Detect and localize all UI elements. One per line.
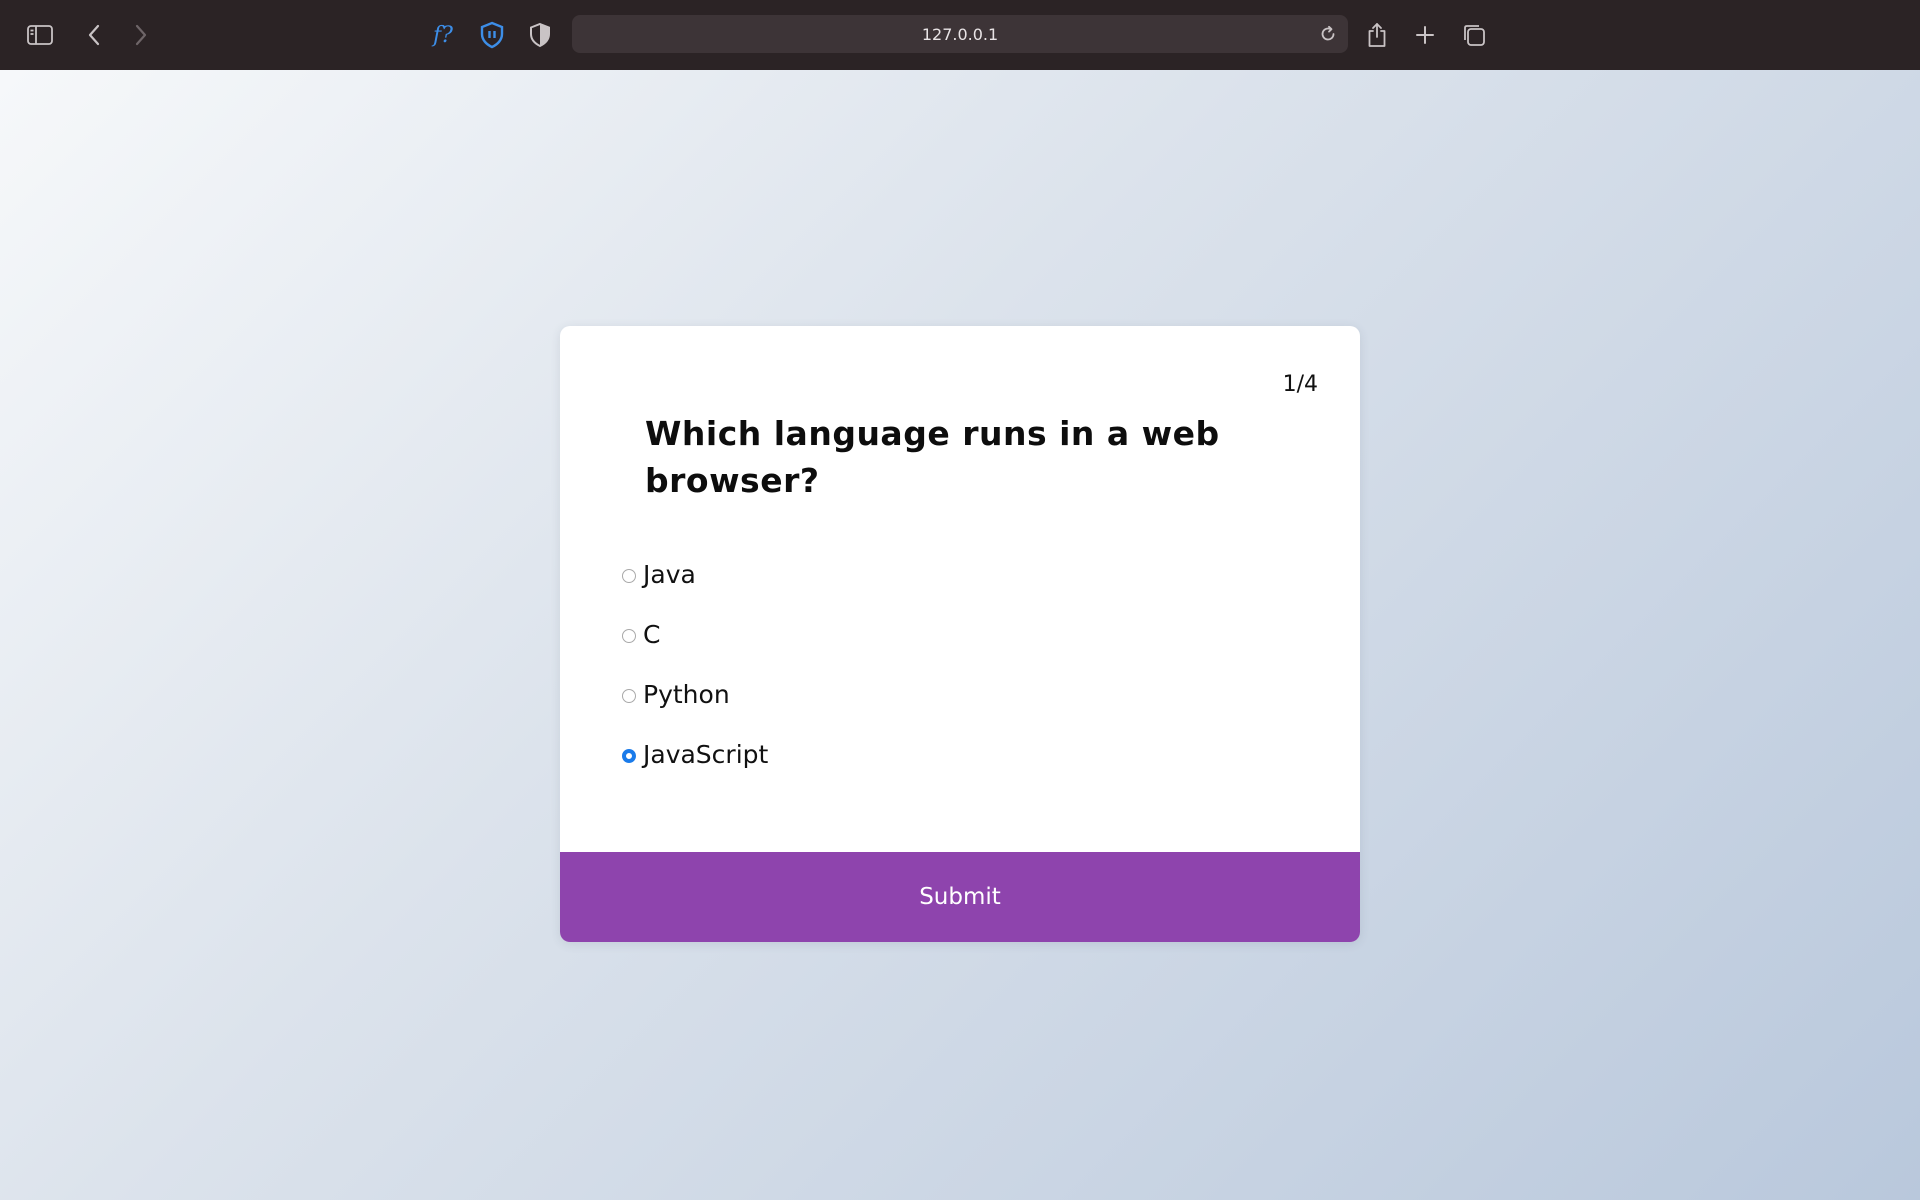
answer-option-javascript[interactable]: JavaScript bbox=[622, 724, 768, 784]
question-counter: 1/4 bbox=[1282, 372, 1318, 397]
page-viewport: 1/4 Which language runs in a web browser… bbox=[0, 70, 1920, 1200]
radio-button[interactable] bbox=[622, 629, 636, 643]
answer-option-java[interactable]: Java bbox=[622, 544, 768, 604]
radio-button[interactable] bbox=[622, 689, 636, 703]
browser-toolbar: f? 127.0.0.1 bbox=[0, 0, 1920, 71]
tab-overview-icon[interactable] bbox=[1458, 19, 1490, 51]
answer-label[interactable]: Python bbox=[643, 680, 730, 709]
forward-icon[interactable] bbox=[125, 19, 157, 51]
answer-option-python[interactable]: Python bbox=[622, 664, 768, 724]
sidebar-icon[interactable] bbox=[24, 19, 56, 51]
quiz-card: 1/4 Which language runs in a web browser… bbox=[560, 326, 1360, 942]
answer-label[interactable]: C bbox=[643, 620, 660, 649]
reload-icon[interactable] bbox=[1316, 22, 1340, 46]
answer-label[interactable]: Java bbox=[643, 560, 696, 589]
url-text: 127.0.0.1 bbox=[921, 24, 999, 44]
radio-button-selected[interactable] bbox=[622, 749, 636, 763]
font-finder-icon[interactable]: f? bbox=[427, 19, 459, 51]
submit-button[interactable]: Submit bbox=[560, 852, 1360, 942]
answer-label[interactable]: JavaScript bbox=[643, 740, 768, 769]
address-bar[interactable]: 127.0.0.1 bbox=[572, 15, 1348, 53]
back-icon[interactable] bbox=[78, 19, 110, 51]
plus-icon[interactable] bbox=[1409, 19, 1441, 51]
privacy-shield-icon[interactable] bbox=[524, 19, 556, 51]
answer-list: Java C Python JavaScript bbox=[622, 544, 768, 784]
share-icon[interactable] bbox=[1361, 19, 1393, 51]
answer-option-c[interactable]: C bbox=[622, 604, 768, 664]
shield-pause-icon[interactable] bbox=[476, 19, 508, 51]
font-finder-icon-text: f? bbox=[433, 22, 453, 48]
radio-button[interactable] bbox=[622, 569, 636, 583]
question-text: Which language runs in a web browser? bbox=[645, 414, 1220, 500]
